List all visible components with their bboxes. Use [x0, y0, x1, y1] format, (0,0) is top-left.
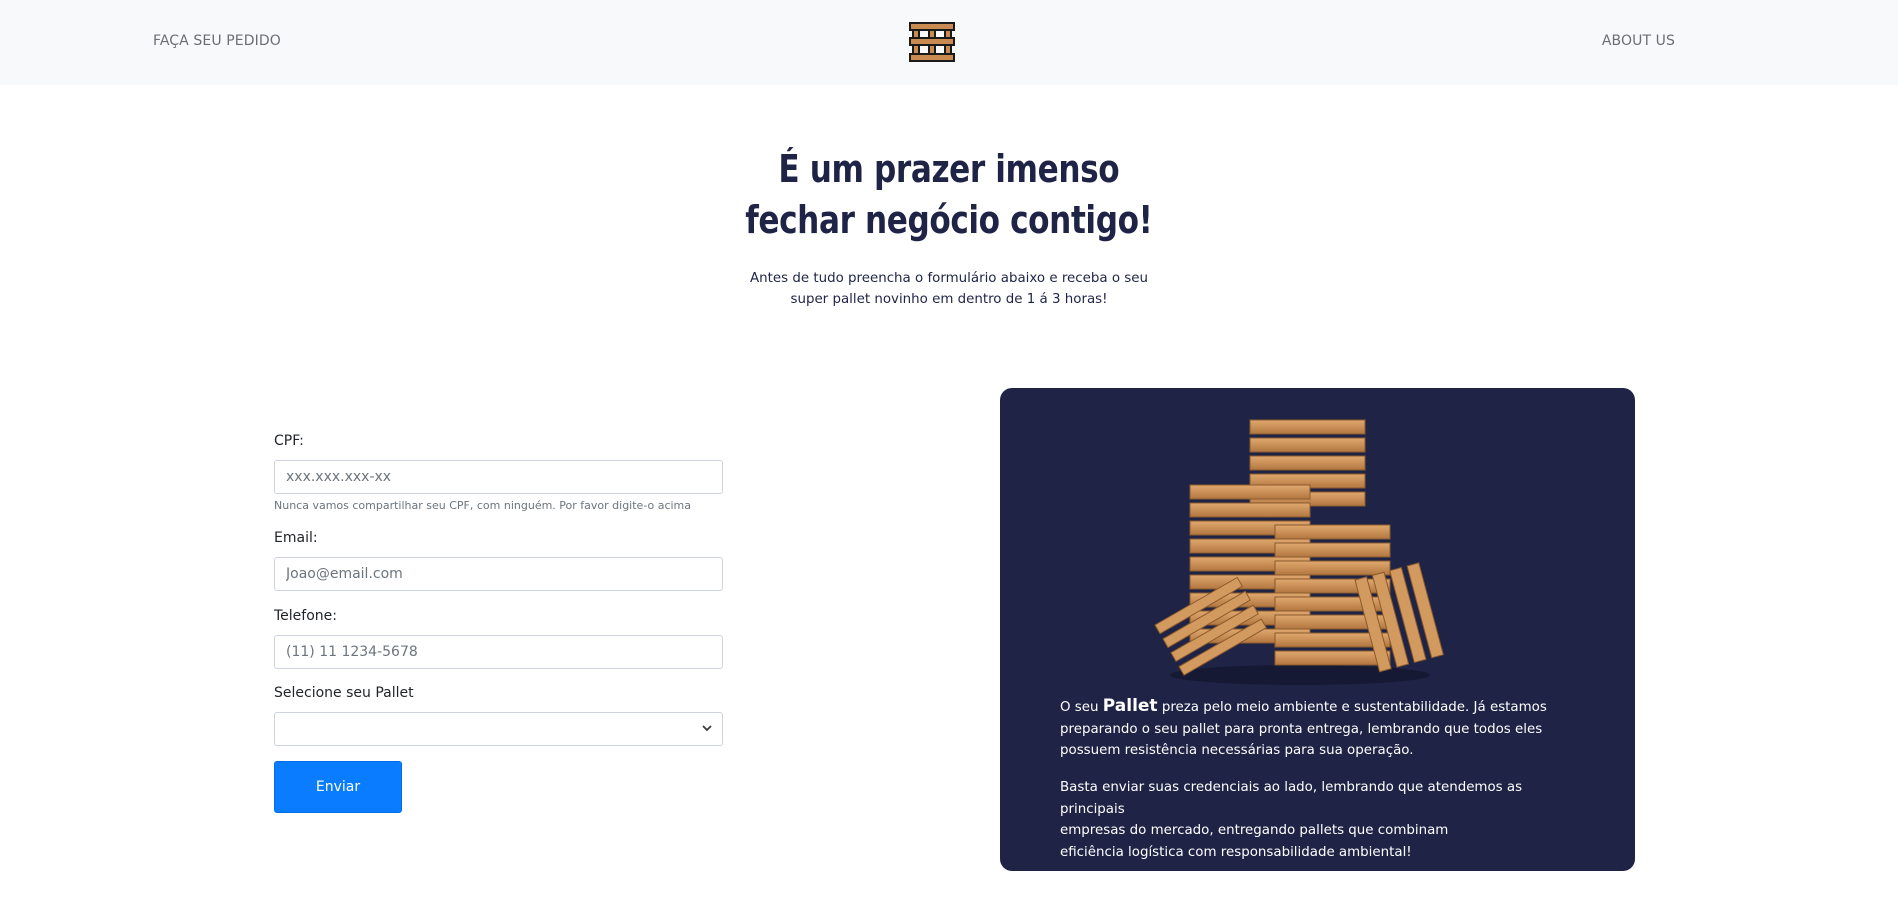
card-p2-line-2: empresas do mercado, entregando pallets …: [1060, 823, 1449, 838]
info-card: O seu Pallet preza pelo meio ambiente e …: [1000, 388, 1635, 871]
stacked-pallets-image: [1154, 419, 1444, 685]
page-title: É um prazer imenso fechar negócio contig…: [171, 144, 1727, 246]
page-subtitle-line-1: Antes de tudo preencha o formulário abai…: [749, 271, 1149, 286]
cpf-input[interactable]: [274, 460, 723, 494]
pallet-select-label: Selecione seu Pallet: [274, 685, 414, 701]
card-paragraph-1: O seu Pallet preza pelo meio ambiente e …: [1060, 696, 1580, 762]
card-p1-strong: Pallet: [1102, 696, 1158, 716]
cpf-help-text: Nunca vamos compartilhar seu CPF, com ni…: [274, 499, 692, 512]
card-p2-line-3: eficiência logística com responsabilidad…: [1060, 844, 1412, 860]
nav-link-faca-pedido[interactable]: FAÇA SEU PEDIDO: [153, 33, 281, 49]
email-label: Email:: [274, 530, 318, 546]
phone-label: Telefone:: [274, 608, 337, 624]
navbar: FAÇA SEU PEDIDO ABOUT US: [0, 0, 1898, 85]
card-paragraph-2: Basta enviar suas credenciais ao lado, l…: [1060, 777, 1580, 863]
nav-link-about-us[interactable]: ABOUT US: [1602, 33, 1675, 49]
card-p1-prefix: O seu: [1060, 700, 1103, 715]
page-title-line-2: fechar negócio contigo!: [745, 198, 1153, 242]
chevron-down-icon: [702, 725, 712, 732]
submit-button[interactable]: Enviar: [274, 761, 402, 813]
pallet-logo-icon[interactable]: [908, 21, 956, 64]
card-p2-line-1: Basta enviar suas credenciais ao lado, l…: [1060, 780, 1523, 817]
email-input[interactable]: [274, 557, 723, 591]
page-subtitle: Antes de tudo preencha o formulário abai…: [749, 268, 1149, 310]
page-subtitle-line-2: super pallet novinho em dentro de 1 á 3 …: [790, 292, 1108, 307]
phone-input[interactable]: [274, 635, 723, 669]
page-title-line-1: É um prazer imenso: [778, 147, 1120, 191]
footer-cutoff: [0, 918, 1898, 924]
cpf-label: CPF:: [274, 433, 304, 449]
pallet-select[interactable]: [274, 712, 723, 746]
